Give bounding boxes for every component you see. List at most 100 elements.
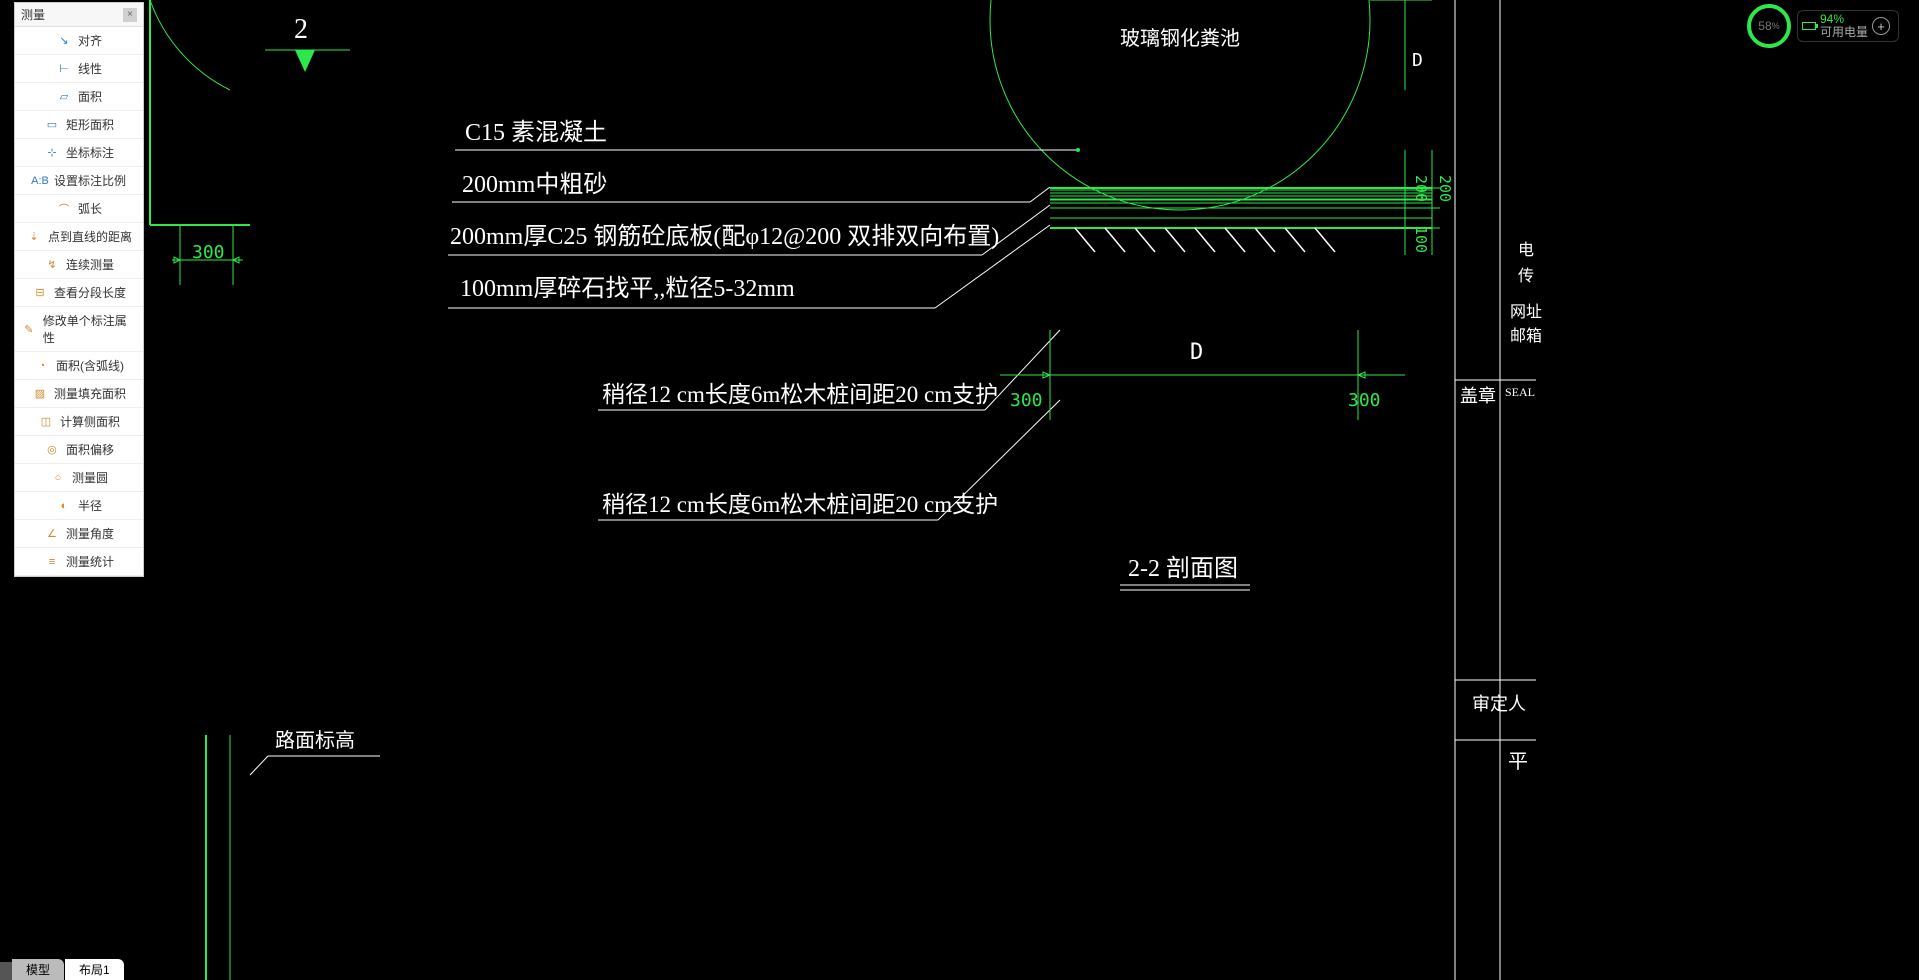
palette-item-2[interactable]: ▱ 面积 <box>15 83 143 111</box>
dim-200-b: 200 <box>1436 175 1454 202</box>
palette-item-16[interactable]: ◐ 半径 <box>15 492 143 520</box>
palette-item-5[interactable]: A:B 设置标注比例 <box>15 167 143 195</box>
palette-item-11[interactable]: ◔ 面积(含弧线) <box>15 352 143 380</box>
layer-1: C15 素混凝土 <box>465 112 607 147</box>
stats-icon: ≡ <box>44 555 60 569</box>
palette-item-17[interactable]: ∠ 测量角度 <box>15 520 143 548</box>
palette-item-label: 测量圆 <box>72 469 108 486</box>
layer-2: 200mm中粗砂 <box>462 164 607 199</box>
dim-300-a: 300 <box>1010 390 1043 411</box>
dim-100: 100 <box>1412 226 1430 253</box>
battery-ring-value: 58 <box>1758 19 1771 33</box>
palette-item-label: 计算侧面积 <box>60 413 120 430</box>
palette-item-12[interactable]: ▨ 测量填充面积 <box>15 380 143 408</box>
tb-approver: 审定人 <box>1472 690 1526 716</box>
palette-item-label: 测量填充面积 <box>54 385 126 402</box>
palette-item-label: 坐标标注 <box>66 144 114 161</box>
pile-note-1: 稍径12 cm长度6m松木桩间距20 cm支护 <box>602 375 998 409</box>
palette-header[interactable]: 测量 × <box>15 3 143 27</box>
palette-item-3[interactable]: ▭ 矩形面积 <box>15 111 143 139</box>
palette-item-4[interactable]: ⊹ 坐标标注 <box>15 139 143 167</box>
rect-area-icon: ▭ <box>44 118 60 132</box>
palette-item-label: 查看分段长度 <box>54 284 126 301</box>
palette-item-label: 设置标注比例 <box>54 172 126 189</box>
scale-icon: A:B <box>32 174 48 188</box>
area-icon: ▱ <box>56 90 72 104</box>
close-icon[interactable]: × <box>123 8 137 22</box>
side-area-icon: ◫ <box>38 415 54 429</box>
layer-3: 200mm厚C25 钢筋砼底板(配φ12@200 双排双向布置) <box>450 216 999 251</box>
road-elev: 路面标高 <box>275 724 355 753</box>
palette-item-label: 面积偏移 <box>66 441 114 458</box>
palette-item-13[interactable]: ◫ 计算侧面积 <box>15 408 143 436</box>
layer-4: 100mm厚碎石找平,,粒径5-32mm <box>460 268 795 303</box>
battery-widget: 58% 94% 可用电量 + <box>1747 4 1899 48</box>
dim-D-top: D <box>1412 50 1423 71</box>
tb-tel: 电 <box>1518 236 1534 260</box>
palette-item-label: 矩形面积 <box>66 116 114 133</box>
palette-item-label: 面积(含弧线) <box>56 357 124 374</box>
battery-expand-icon[interactable]: + <box>1872 17 1890 35</box>
palette-item-label: 线性 <box>78 60 102 77</box>
tab-lead <box>0 962 12 980</box>
coord-icon: ⊹ <box>44 146 60 160</box>
area-arc-icon: ◔ <box>34 359 50 373</box>
tb-seal-en: SEAL <box>1505 385 1535 400</box>
align-icon: ↘ <box>56 34 72 48</box>
palette-item-14[interactable]: ◎ 面积偏移 <box>15 436 143 464</box>
palette-item-15[interactable]: ○ 测量圆 <box>15 464 143 492</box>
palette-item-label: 半径 <box>78 497 102 514</box>
battery-icon <box>1802 22 1816 30</box>
palette-item-7[interactable]: ⇣ 点到直线的距离 <box>15 223 143 251</box>
palette-item-6[interactable]: ⌒ 弧长 <box>15 195 143 223</box>
dim-D-mid: D <box>1190 340 1203 365</box>
tab-model[interactable]: 模型 <box>12 959 64 980</box>
pile-note-2: 稍径12 cm长度6m松木桩间距20 cm支护 <box>602 485 998 519</box>
tank-label: 玻璃钢化粪池 <box>1120 22 1240 51</box>
palette-item-label: 测量统计 <box>66 553 114 570</box>
palette-item-0[interactable]: ↘ 对齐 <box>15 27 143 55</box>
palette-item-1[interactable]: ⊢ 线性 <box>15 55 143 83</box>
section-title: 2-2 剖面图 <box>1128 548 1238 583</box>
hatch-area-icon: ▨ <box>32 387 48 401</box>
linear-icon: ⊢ <box>56 62 72 76</box>
layout-tabs: 模型 布局1 <box>0 960 125 980</box>
dim-200-a: 200 <box>1412 175 1430 202</box>
tb-ping: 平 <box>1508 745 1528 774</box>
section-mark: 2 <box>294 14 308 46</box>
palette-title: 测量 <box>21 6 45 23</box>
palette-item-label: 对齐 <box>78 32 102 49</box>
palette-item-10[interactable]: ✎ 修改单个标注属性 <box>15 307 143 352</box>
tb-web: 网址 <box>1510 298 1542 322</box>
angle-icon: ∠ <box>44 527 60 541</box>
palette-item-label: 点到直线的距离 <box>48 228 132 245</box>
area-offset-icon: ◎ <box>44 443 60 457</box>
continuous-icon: ↯ <box>44 258 60 272</box>
tb-mail: 邮箱 <box>1510 322 1542 346</box>
battery-ring: 58% <box>1747 4 1791 48</box>
radius-icon: ◐ <box>56 499 72 513</box>
palette-item-8[interactable]: ↯ 连续测量 <box>15 251 143 279</box>
battery-ring-unit: % <box>1772 21 1780 31</box>
tb-fax: 传 <box>1518 262 1534 286</box>
palette-item-18[interactable]: ≡ 测量统计 <box>15 548 143 576</box>
battery-box[interactable]: 94% 可用电量 + <box>1797 10 1899 42</box>
palette-item-label: 测量角度 <box>66 525 114 542</box>
dim-300-left: 300 <box>192 242 225 263</box>
palette-item-label: 面积 <box>78 88 102 105</box>
tb-seal: 盖章 <box>1460 382 1496 408</box>
circle-icon: ○ <box>50 471 66 485</box>
cad-canvas[interactable]: 2 玻璃钢化粪池 C15 素混凝土 200mm中粗砂 200mm厚C25 钢筋砼… <box>0 0 1919 980</box>
palette-item-label: 弧长 <box>78 200 102 217</box>
battery-label: 可用电量 <box>1820 26 1868 39</box>
pt-line-icon: ⇣ <box>26 230 42 244</box>
dim-300-b: 300 <box>1348 390 1381 411</box>
palette-item-label: 修改单个标注属性 <box>43 312 137 346</box>
palette-item-9[interactable]: ⊟ 查看分段长度 <box>15 279 143 307</box>
palette-item-label: 连续测量 <box>66 256 114 273</box>
measure-palette: 测量 × ↘ 对齐 ⊢ 线性 ▱ 面积 ▭ 矩形面积 ⊹ 坐标标注 A:B 设置标注比例 ⌒ 弧长 ⇣ 点到直… <box>14 2 144 577</box>
segment-len-icon: ⊟ <box>32 286 48 300</box>
edit-dim-icon: ✎ <box>21 322 37 336</box>
arclen-icon: ⌒ <box>56 202 72 216</box>
tab-layout1[interactable]: 布局1 <box>65 959 124 980</box>
